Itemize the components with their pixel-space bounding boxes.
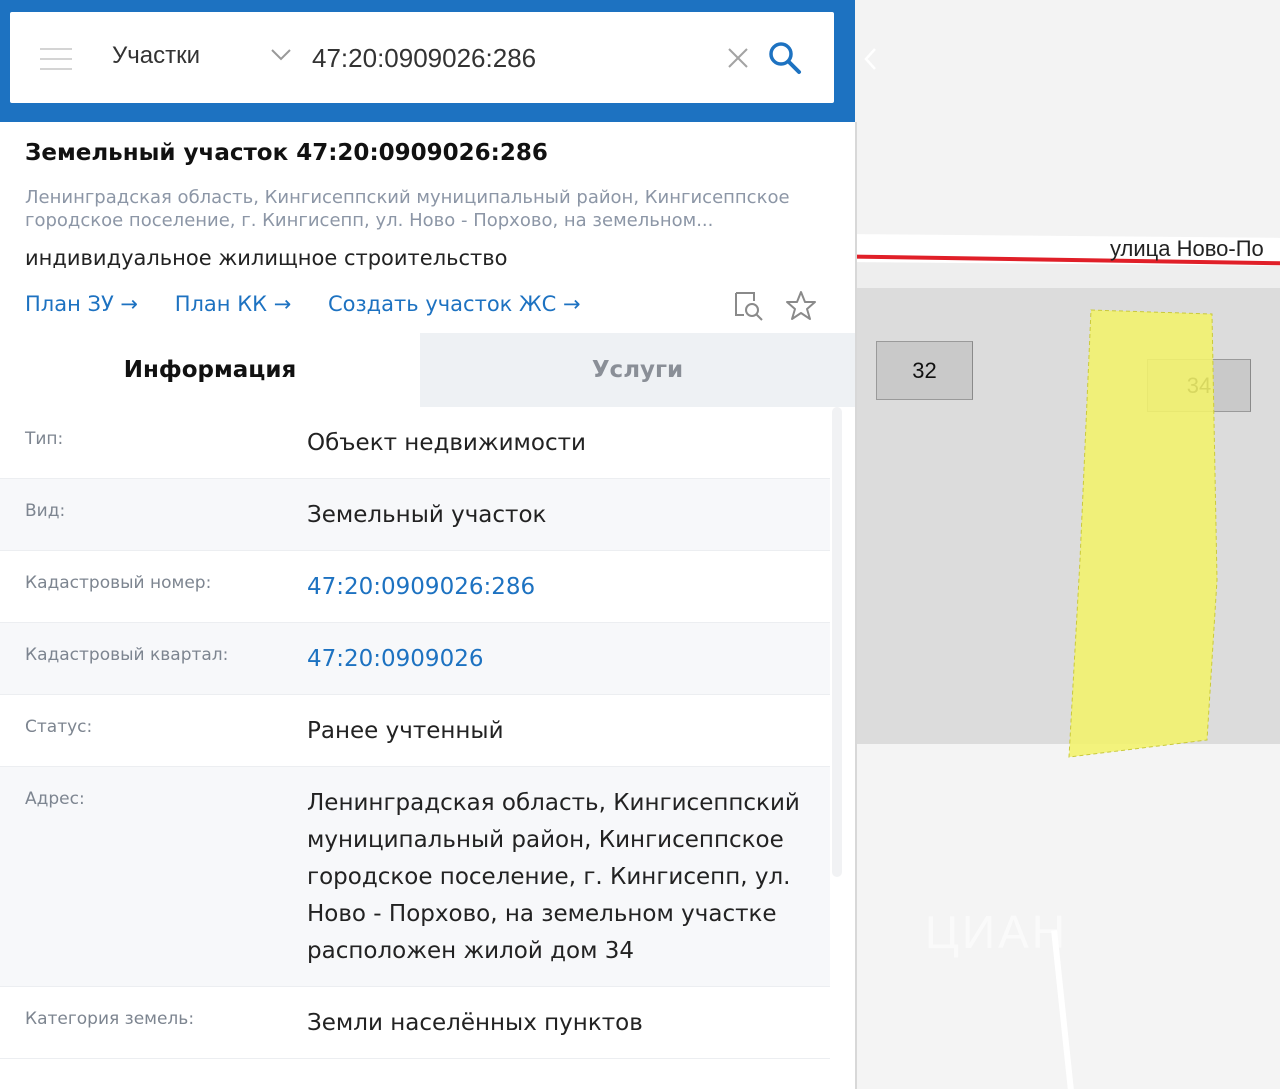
search-icon[interactable] xyxy=(767,40,803,76)
info-row-type: Тип: Объект недвижимости xyxy=(0,407,830,479)
row-label: Кадастровый квартал: xyxy=(25,645,229,665)
create-plot-link[interactable]: Создать участок ЖС → xyxy=(328,292,581,316)
info-row-address: Адрес: Ленинградская область, Кингисеппс… xyxy=(0,767,830,987)
row-label: Статус: xyxy=(25,717,93,737)
row-label: Вид: xyxy=(25,501,66,521)
zoom-to-object-icon[interactable] xyxy=(732,289,766,323)
layer-select[interactable]: Участки xyxy=(112,42,200,70)
info-panel: Участки Земельный участок 47:20:0909026:… xyxy=(0,0,855,1089)
star-icon[interactable] xyxy=(785,290,817,322)
collapse-panel-button[interactable] xyxy=(855,34,884,84)
scrollbar[interactable] xyxy=(832,407,842,877)
plan-zu-link[interactable]: План ЗУ → xyxy=(25,292,138,316)
search-box: Участки xyxy=(10,12,834,103)
info-row-kind: Вид: Земельный участок xyxy=(0,479,830,551)
row-label: Адрес: xyxy=(25,789,85,809)
row-label: Тип: xyxy=(25,429,64,449)
info-row-status: Статус: Ранее учтенный xyxy=(0,695,830,767)
row-label: Кадастровый номер: xyxy=(25,573,212,593)
plan-kk-link[interactable]: План КК → xyxy=(175,292,292,316)
menu-icon[interactable] xyxy=(40,48,72,70)
tab-information[interactable]: Информация xyxy=(0,333,420,407)
address-short: Ленинградская область, Кингисеппский мун… xyxy=(25,187,790,231)
card-links: План ЗУ → План КК → Создать участок ЖС → xyxy=(25,292,611,316)
chevron-down-icon[interactable] xyxy=(270,48,292,62)
info-row-cadastral-number: Кадастровый номер: 47:20:0909026:286 xyxy=(0,551,830,623)
chevron-left-icon xyxy=(863,48,876,70)
info-row-cadastral-quarter: Кадастровый квартал: 47:20:0909026 xyxy=(0,623,830,695)
info-table: Тип: Объект недвижимости Вид: Земельный … xyxy=(0,407,830,1059)
row-value: Ленинградская область, Кингисеппский мун… xyxy=(307,790,800,964)
row-value: Объект недвижимости xyxy=(307,430,586,456)
search-input[interactable] xyxy=(312,38,712,78)
row-label: Категория земель: xyxy=(25,1009,195,1029)
permitted-use: индивидуальное жилищное строительство xyxy=(25,246,508,270)
panel-shadow xyxy=(855,122,857,1089)
info-row-land-category: Категория земель: Земли населённых пункт… xyxy=(0,987,830,1059)
land-plot-polygon xyxy=(1068,309,1218,758)
row-value: Ранее учтенный xyxy=(307,718,504,744)
tab-bar: Информация Услуги xyxy=(0,333,855,407)
row-value: Земельный участок xyxy=(307,502,547,528)
tab-services[interactable]: Услуги xyxy=(420,333,855,407)
card-title: Земельный участок 47:20:0909026:286 xyxy=(25,140,548,166)
map-view[interactable]: улица Ново-По 32 34 ЦИАН xyxy=(855,0,1280,1089)
close-icon[interactable] xyxy=(726,46,750,70)
watermark: ЦИАН xyxy=(925,906,1068,958)
